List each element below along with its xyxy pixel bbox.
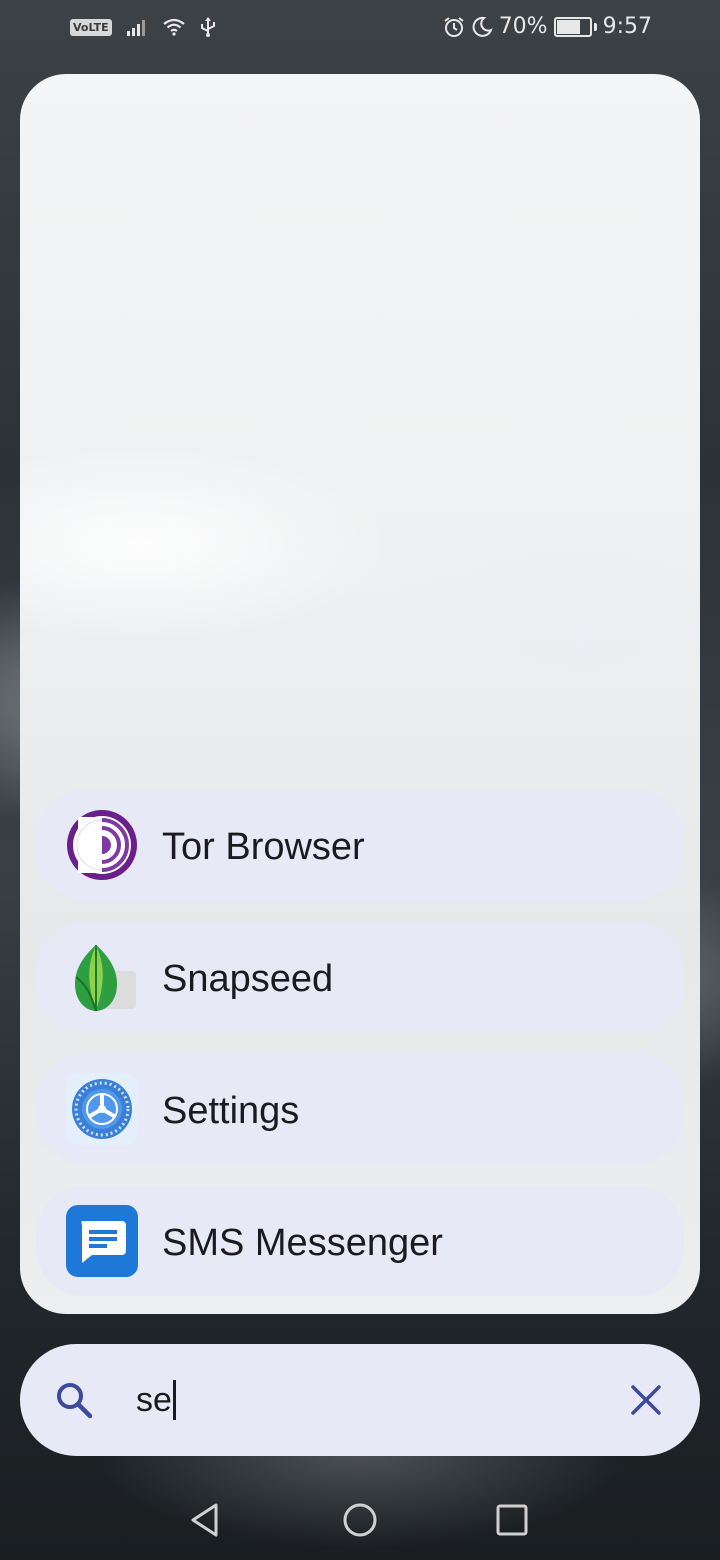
tor-browser-icon (67, 810, 137, 880)
search-input[interactable]: se (136, 1374, 176, 1426)
battery-level (556, 19, 581, 34)
snapseed-icon (74, 945, 136, 1012)
result-snapseed[interactable]: Snapseed (36, 922, 684, 1032)
usb-icon (200, 17, 215, 37)
recents-icon[interactable] (492, 1500, 532, 1540)
status-right: 70% 9:57 (443, 14, 652, 39)
sms-messenger-icon (66, 1205, 138, 1277)
wifi-icon (163, 18, 185, 36)
app-search-panel: Tor Browser Snapseed Settings SMS Messen… (20, 74, 700, 1314)
search-results: Tor Browser Snapseed Settings SMS Messen… (36, 790, 684, 1314)
clock: 9:57 (602, 14, 652, 39)
search-bar[interactable]: se (20, 1344, 700, 1456)
do-not-disturb-moon-icon (472, 16, 493, 37)
status-bar: VoLTE 70% 9:57 (0, 0, 720, 56)
alarm-icon (444, 16, 464, 37)
result-label: Settings (162, 1090, 300, 1132)
result-tor-browser[interactable]: Tor Browser (36, 790, 684, 900)
result-label: SMS Messenger (162, 1222, 443, 1264)
result-label: Snapseed (162, 958, 334, 1000)
close-icon[interactable] (628, 1382, 664, 1418)
result-label: Tor Browser (162, 826, 365, 868)
back-icon[interactable] (186, 1500, 226, 1540)
signal-icon (126, 20, 145, 36)
search-icon[interactable] (54, 1380, 94, 1420)
text-cursor (172, 1380, 176, 1420)
navigation-bar (0, 1480, 720, 1560)
volte-icon: VoLTE (70, 18, 112, 36)
settings-icon (66, 1073, 138, 1145)
status-left: VoLTE (70, 16, 216, 38)
result-sms-messenger[interactable]: SMS Messenger (36, 1186, 684, 1296)
result-settings[interactable]: Settings (36, 1054, 684, 1164)
battery-percent: 70% (498, 14, 548, 39)
battery-tip (593, 22, 597, 31)
battery-icon (553, 16, 592, 37)
home-icon[interactable] (340, 1500, 380, 1540)
search-input-value: se (136, 1380, 172, 1419)
